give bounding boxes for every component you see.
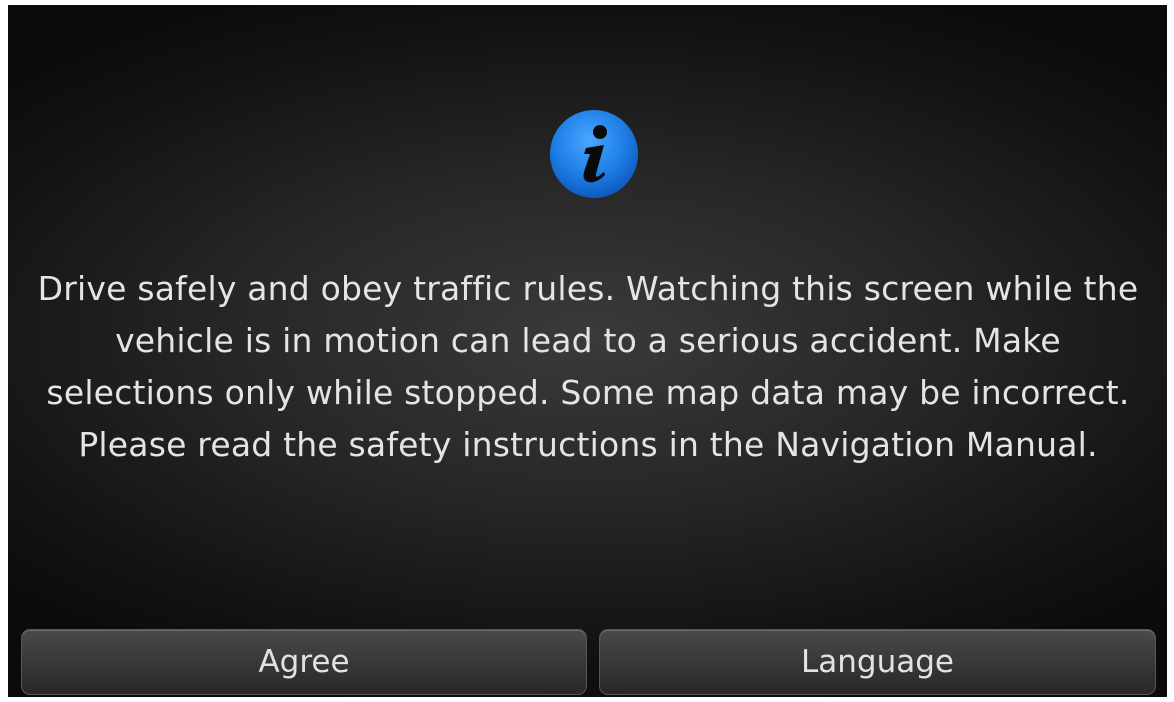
- safety-notice-screen: Drive safely and obey traffic rules. Wat…: [8, 5, 1167, 697]
- agree-button[interactable]: Agree: [21, 629, 587, 695]
- safety-message: Drive safely and obey traffic rules. Wat…: [37, 269, 1139, 464]
- language-button[interactable]: Language: [599, 629, 1156, 695]
- info-icon: [548, 108, 640, 200]
